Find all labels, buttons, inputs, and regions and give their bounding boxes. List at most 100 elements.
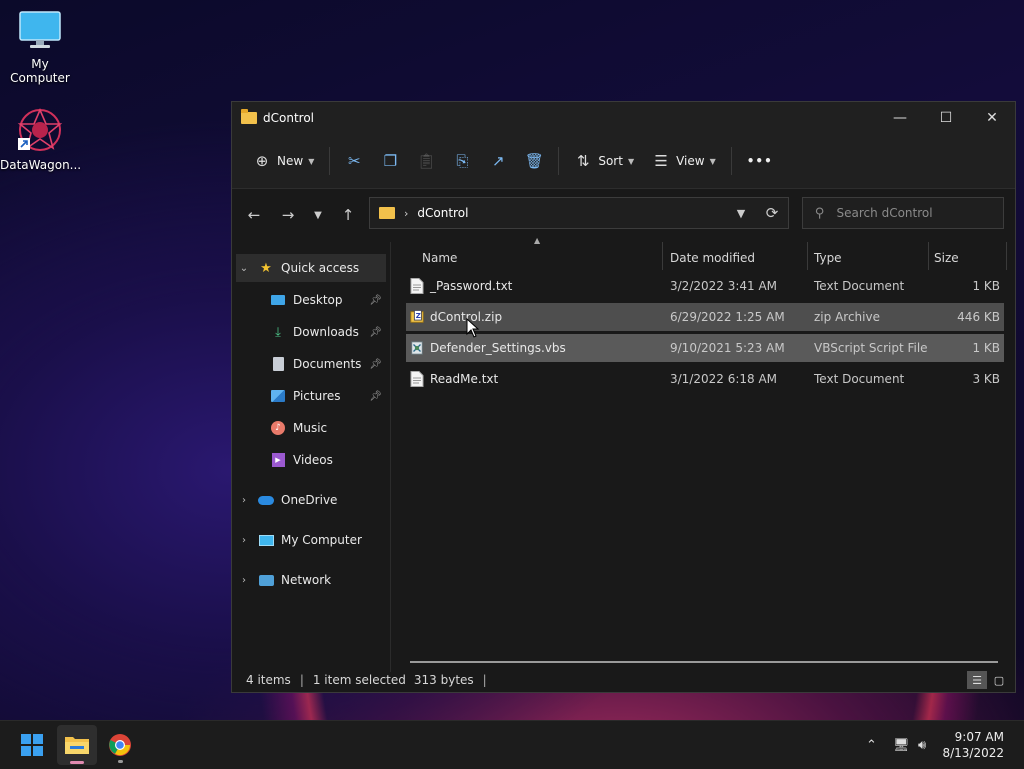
sidebar-item-videos[interactable]: ▶ Videos: [270, 446, 386, 474]
title-bar[interactable]: dControl — ☐ ✕: [232, 102, 1015, 134]
divider: [730, 147, 732, 175]
cut-button[interactable]: ✂: [336, 145, 372, 177]
column-divider[interactable]: [928, 242, 929, 270]
chrome-taskbar-button[interactable]: [100, 725, 140, 765]
up-button[interactable]: ↑: [331, 199, 365, 231]
minimize-button[interactable]: —: [877, 102, 923, 134]
clock[interactable]: 9:07 AM 8/13/2022: [942, 729, 1004, 761]
share-button[interactable]: ↗: [480, 145, 516, 177]
column-header-size[interactable]: Size: [934, 242, 959, 274]
chrome-icon: [109, 734, 131, 756]
music-icon: ♪: [270, 420, 286, 436]
column-header-name[interactable]: Name: [422, 242, 457, 274]
file-row[interactable]: _Password.txt 3/2/2022 3:41 AM Text Docu…: [406, 272, 1004, 300]
sidebar-item-onedrive[interactable]: › OneDrive: [236, 486, 386, 514]
address-bar[interactable]: › dControl ▼ ⟳: [369, 197, 789, 229]
pin-icon: 📌︎: [369, 390, 382, 402]
file-row-selected[interactable]: Defender_Settings.vbs 9/10/2021 5:23 AM …: [406, 334, 1004, 362]
refresh-icon[interactable]: ⟳: [756, 204, 788, 222]
chevron-right-icon: ›: [242, 494, 246, 506]
monitor-icon: [258, 532, 274, 548]
folder-icon: [379, 207, 395, 219]
close-button[interactable]: ✕: [969, 102, 1015, 134]
file-size: 1 KB: [972, 279, 1000, 293]
chevron-right-icon: ›: [242, 534, 246, 546]
column-header-type[interactable]: Type: [814, 242, 842, 274]
new-label: New: [277, 154, 304, 168]
pictures-icon: [270, 388, 286, 404]
sidebar-item-desktop[interactable]: Desktop 📌︎: [270, 286, 386, 314]
tray-overflow-button[interactable]: ⌃: [866, 721, 877, 769]
volume-button[interactable]: 🔊︎: [918, 721, 926, 769]
large-icons-view-button[interactable]: ▢: [989, 671, 1009, 689]
active-app-indicator: [70, 761, 84, 764]
file-row[interactable]: Z dControl.zip 6/29/2022 1:25 AM zip Arc…: [406, 303, 1004, 331]
sort-button[interactable]: ⇅ Sort ▼: [565, 145, 643, 177]
view-button[interactable]: ☰ View ▼: [643, 145, 725, 177]
sidebar-item-label: Documents: [293, 357, 362, 371]
sidebar-item-quick-access[interactable]: ⌄ ★ Quick access: [236, 254, 386, 282]
sidebar-item-my-computer[interactable]: › My Computer: [236, 526, 386, 554]
forward-button[interactable]: →: [271, 199, 305, 231]
copy-button[interactable]: ❐: [372, 145, 408, 177]
search-input[interactable]: ⚲ Search dControl: [802, 197, 1004, 229]
network-status-button[interactable]: 🖥︎: [893, 721, 910, 769]
new-button[interactable]: ⊕ New ▼: [244, 145, 323, 177]
divider: [329, 147, 331, 175]
rename-button[interactable]: ⎘: [444, 145, 480, 177]
sidebar-item-downloads[interactable]: ⤓ Downloads 📌︎: [270, 318, 386, 346]
pane-splitter[interactable]: [390, 242, 391, 672]
horizontal-scrollbar[interactable]: [410, 661, 998, 663]
sidebar-item-documents[interactable]: Documents 📌︎: [270, 350, 386, 378]
paste-button[interactable]: 📋︎: [408, 145, 444, 177]
sidebar-item-network[interactable]: › Network: [236, 566, 386, 594]
column-divider[interactable]: [1006, 242, 1007, 270]
chevron-up-icon: ⌃: [866, 737, 877, 753]
clipboard-icon: 📋︎: [416, 152, 436, 170]
file-type: zip Archive: [814, 310, 880, 324]
file-size: 1 KB: [972, 341, 1000, 355]
folder-icon: [241, 109, 257, 124]
address-path[interactable]: dControl: [417, 206, 468, 220]
back-button[interactable]: ←: [237, 199, 271, 231]
more-options-button[interactable]: •••: [738, 145, 782, 177]
desktop-icon-label: My Computer: [10, 57, 70, 85]
clock-time: 9:07 AM: [954, 730, 1004, 744]
desktop-icon-my-computer[interactable]: My Computer: [0, 10, 80, 85]
search-placeholder: Search dControl: [836, 206, 933, 220]
pin-icon: 📌︎: [369, 358, 382, 370]
view-label: View: [676, 154, 705, 168]
speaker-icon: 🔊︎: [918, 737, 927, 753]
delete-button[interactable]: 🗑︎: [516, 145, 552, 177]
column-header-date-modified[interactable]: Date modified: [670, 242, 755, 274]
pin-icon: 📌︎: [369, 326, 382, 338]
chevron-down-icon: ▼: [709, 156, 716, 166]
start-button[interactable]: [12, 725, 52, 765]
file-row[interactable]: ReadMe.txt 3/1/2022 6:18 AM Text Documen…: [406, 365, 1004, 393]
column-divider[interactable]: [807, 242, 808, 270]
selection-count: 1 item selected: [312, 673, 406, 687]
recent-locations-button[interactable]: ▼: [305, 199, 331, 231]
sidebar-item-pictures[interactable]: Pictures 📌︎: [270, 382, 386, 410]
file-explorer-taskbar-button[interactable]: [57, 725, 97, 765]
status-divider: |: [482, 673, 487, 687]
file-type: Text Document: [814, 372, 905, 386]
status-bar: 4 items | 1 item selected 313 bytes | ☰ …: [232, 668, 1015, 692]
search-icon: ⚲: [815, 205, 825, 221]
selection-size: 313 bytes: [413, 673, 474, 687]
maximize-button[interactable]: ☐: [923, 102, 969, 134]
more-options-icon: •••: [746, 154, 773, 168]
rename-icon: ⎘: [456, 152, 469, 170]
address-dropdown-icon[interactable]: ▼: [726, 207, 756, 220]
sidebar-item-label: Quick access: [281, 261, 360, 275]
file-explorer-window: dControl — ☐ ✕ ⊕ New ▼ ✂ ❐ 📋︎ ⎘ ↗ 🗑︎ ⇅ S…: [231, 101, 1016, 693]
column-divider[interactable]: [662, 242, 663, 270]
network-icon: 🖥︎: [893, 737, 910, 753]
list-view-icon: ☰: [654, 152, 668, 170]
details-view-button[interactable]: ☰: [967, 671, 987, 689]
file-date: 3/2/2022 3:41 AM: [670, 279, 778, 293]
desktop-icon-datawagon[interactable]: DataWagon...: [0, 106, 81, 172]
command-bar: ⊕ New ▼ ✂ ❐ 📋︎ ⎘ ↗ 🗑︎ ⇅ Sort ▼ ☰ View ▼ …: [232, 134, 1015, 189]
chevron-right-icon: ›: [404, 206, 409, 220]
sidebar-item-music[interactable]: ♪ Music: [270, 414, 386, 442]
